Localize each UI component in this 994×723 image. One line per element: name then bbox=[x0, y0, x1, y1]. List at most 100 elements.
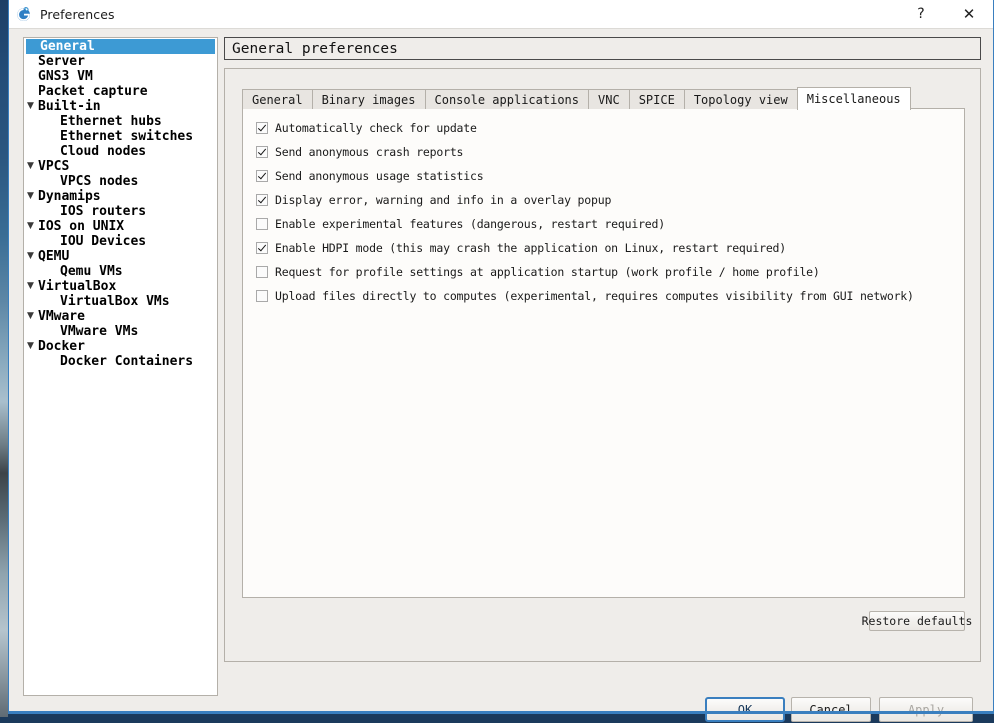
preferences-category-tree[interactable]: General Server GNS3 VM Packet capture ▼ Built… bbox=[23, 37, 218, 696]
ok-button[interactable]: OK bbox=[705, 697, 785, 722]
chevron-down-icon[interactable]: ▼ bbox=[24, 279, 37, 294]
checkbox-label: Send anonymous crash reports bbox=[275, 145, 464, 159]
sidebar-item-gns3-vm[interactable]: GNS3 VM bbox=[24, 69, 217, 84]
checkbox-row[interactable]: Request for profile settings at applicat… bbox=[256, 264, 964, 280]
sidebar-item-label: GNS3 VM bbox=[38, 69, 93, 84]
chevron-down-icon[interactable]: ▼ bbox=[24, 339, 37, 354]
checkbox-checked-icon[interactable] bbox=[256, 146, 268, 158]
chevron-down-icon[interactable]: ▼ bbox=[24, 249, 37, 264]
window-bottom-accent bbox=[9, 711, 993, 714]
sidebar-item-label: Server bbox=[38, 54, 85, 69]
checkbox-label: Enable experimental features (dangerous,… bbox=[275, 217, 665, 231]
sidebar-item-label: VMware VMs bbox=[60, 324, 139, 339]
sidebar-item-virtualbox-vms[interactable]: VirtualBox VMs bbox=[24, 294, 217, 309]
sidebar-item-dynamips[interactable]: ▼ Dynamips bbox=[24, 189, 217, 204]
chevron-down-icon[interactable]: ▼ bbox=[24, 159, 37, 174]
sidebar-item-label: Cloud nodes bbox=[60, 144, 147, 159]
dialog-body: General Server GNS3 VM Packet capture ▼ Built… bbox=[9, 29, 993, 722]
sidebar-item-general[interactable]: General bbox=[26, 39, 215, 54]
sidebar-item-packet-capture[interactable]: Packet capture bbox=[24, 84, 217, 99]
tab-console-applications[interactable]: Console applications bbox=[424, 89, 589, 109]
sidebar-item-server[interactable]: Server bbox=[24, 54, 217, 69]
tab-topology-view[interactable]: Topology view bbox=[683, 89, 798, 109]
sidebar-item-label: IOS routers bbox=[60, 204, 147, 219]
sidebar-item-label: VPCS nodes bbox=[60, 174, 139, 189]
checkbox-unchecked-icon[interactable] bbox=[256, 218, 268, 230]
sidebar-item-label: VirtualBox bbox=[38, 279, 117, 294]
checkbox-checked-icon[interactable] bbox=[256, 194, 268, 206]
sidebar-item-vmware[interactable]: ▼ VMware bbox=[24, 309, 217, 324]
gns3-logo-icon bbox=[16, 6, 32, 22]
tab-miscellaneous[interactable]: Miscellaneous bbox=[796, 87, 911, 110]
tab-bar[interactable]: General Binary images Console applications… bbox=[242, 87, 911, 110]
tab-panel-miscellaneous: Automatically check for update Send anony… bbox=[242, 108, 965, 598]
desktop-background-sliver bbox=[0, 0, 8, 717]
sidebar-item-label: Built-in bbox=[38, 99, 101, 114]
checkbox-label: Automatically check for update bbox=[275, 121, 477, 135]
sidebar-item-label: Ethernet switches bbox=[60, 129, 194, 144]
sidebar-item-ios-routers[interactable]: IOS routers bbox=[24, 204, 217, 219]
chevron-down-icon[interactable]: ▼ bbox=[24, 309, 37, 324]
help-button[interactable]: ? bbox=[899, 0, 943, 28]
sidebar-item-label: VirtualBox VMs bbox=[60, 294, 170, 309]
sidebar-item-cloud-nodes[interactable]: Cloud nodes bbox=[24, 144, 217, 159]
preferences-dialog: Preferences ? ✕ General Server GNS3 VM Pack… bbox=[8, 0, 994, 722]
sidebar-item-label: IOU Devices bbox=[60, 234, 147, 249]
close-button[interactable]: ✕ bbox=[947, 0, 991, 28]
sidebar-item-vpcs[interactable]: ▼ VPCS bbox=[24, 159, 217, 174]
apply-button: Apply bbox=[879, 697, 973, 722]
checkbox-row[interactable]: Enable experimental features (dangerous,… bbox=[256, 216, 964, 232]
right-pane: General preferences General Binary images… bbox=[224, 37, 981, 696]
sidebar-item-ethernet-switches[interactable]: Ethernet switches bbox=[24, 129, 217, 144]
title-bar: Preferences ? ✕ bbox=[9, 0, 993, 29]
sidebar-item-label: IOS on UNIX bbox=[38, 219, 125, 234]
tab-spice[interactable]: SPICE bbox=[628, 89, 685, 109]
tab-binary-images[interactable]: Binary images bbox=[311, 89, 426, 109]
checkbox-checked-icon[interactable] bbox=[256, 170, 268, 182]
checkbox-row[interactable]: Send anonymous usage statistics bbox=[256, 168, 964, 184]
checkbox-row[interactable]: Enable HDPI mode (this may crash the app… bbox=[256, 240, 964, 256]
sidebar-item-label: Packet capture bbox=[38, 84, 148, 99]
settings-group-box: General Binary images Console applications… bbox=[224, 68, 981, 662]
sidebar-item-label: Qemu VMs bbox=[60, 264, 123, 279]
checkbox-label: Request for profile settings at applicat… bbox=[275, 265, 820, 279]
sidebar-item-label: VMware bbox=[38, 309, 85, 324]
tab-vnc[interactable]: VNC bbox=[588, 89, 630, 109]
window-title: Preferences bbox=[40, 6, 115, 22]
cancel-button[interactable]: Cancel bbox=[791, 697, 871, 722]
sidebar-item-label: VPCS bbox=[38, 159, 70, 174]
sidebar-item-ios-on-unix[interactable]: ▼ IOS on UNIX bbox=[24, 219, 217, 234]
checkbox-label: Enable HDPI mode (this may crash the app… bbox=[275, 241, 786, 255]
checkbox-unchecked-icon[interactable] bbox=[256, 290, 268, 302]
checkbox-checked-icon[interactable] bbox=[256, 242, 268, 254]
sidebar-item-qemu[interactable]: ▼ QEMU bbox=[24, 249, 217, 264]
sidebar-item-docker[interactable]: ▼ Docker bbox=[24, 339, 217, 354]
checkbox-checked-icon[interactable] bbox=[256, 122, 268, 134]
chevron-down-icon[interactable]: ▼ bbox=[24, 189, 37, 204]
restore-defaults-button[interactable]: Restore defaults bbox=[862, 611, 972, 631]
checkbox-label: Send anonymous usage statistics bbox=[275, 169, 484, 183]
chevron-down-icon[interactable]: ▼ bbox=[24, 219, 37, 234]
checkbox-label: Display error, warning and info in a ove… bbox=[275, 193, 612, 207]
sidebar-item-built-in[interactable]: ▼ Built-in bbox=[24, 99, 217, 114]
sidebar-item-label: QEMU bbox=[38, 249, 70, 264]
sidebar-item-virtualbox[interactable]: ▼ VirtualBox bbox=[24, 279, 217, 294]
dialog-button-row: OK Cancel Apply bbox=[224, 697, 981, 723]
page-title: General preferences bbox=[224, 37, 981, 60]
sidebar-item-iou-devices[interactable]: IOU Devices bbox=[24, 234, 217, 249]
sidebar-item-label: Docker Containers bbox=[60, 354, 194, 369]
checkbox-unchecked-icon[interactable] bbox=[256, 266, 268, 278]
tab-general[interactable]: General bbox=[242, 89, 313, 109]
sidebar-item-vmware-vms[interactable]: VMware VMs bbox=[24, 324, 217, 339]
chevron-down-icon[interactable]: ▼ bbox=[24, 99, 37, 114]
sidebar-item-qemu-vms[interactable]: Qemu VMs bbox=[24, 264, 217, 279]
sidebar-item-label: Ethernet hubs bbox=[60, 114, 162, 129]
sidebar-item-docker-containers[interactable]: Docker Containers bbox=[24, 354, 217, 369]
checkbox-row[interactable]: Upload files directly to computes (exper… bbox=[256, 288, 964, 304]
checkbox-row[interactable]: Send anonymous crash reports bbox=[256, 144, 964, 160]
sidebar-item-ethernet-hubs[interactable]: Ethernet hubs bbox=[24, 114, 217, 129]
checkbox-row[interactable]: Automatically check for update bbox=[256, 120, 964, 136]
checkbox-row[interactable]: Display error, warning and info in a ove… bbox=[256, 192, 964, 208]
sidebar-item-vpcs-nodes[interactable]: VPCS nodes bbox=[24, 174, 217, 189]
sidebar-item-label: Dynamips bbox=[38, 189, 101, 204]
